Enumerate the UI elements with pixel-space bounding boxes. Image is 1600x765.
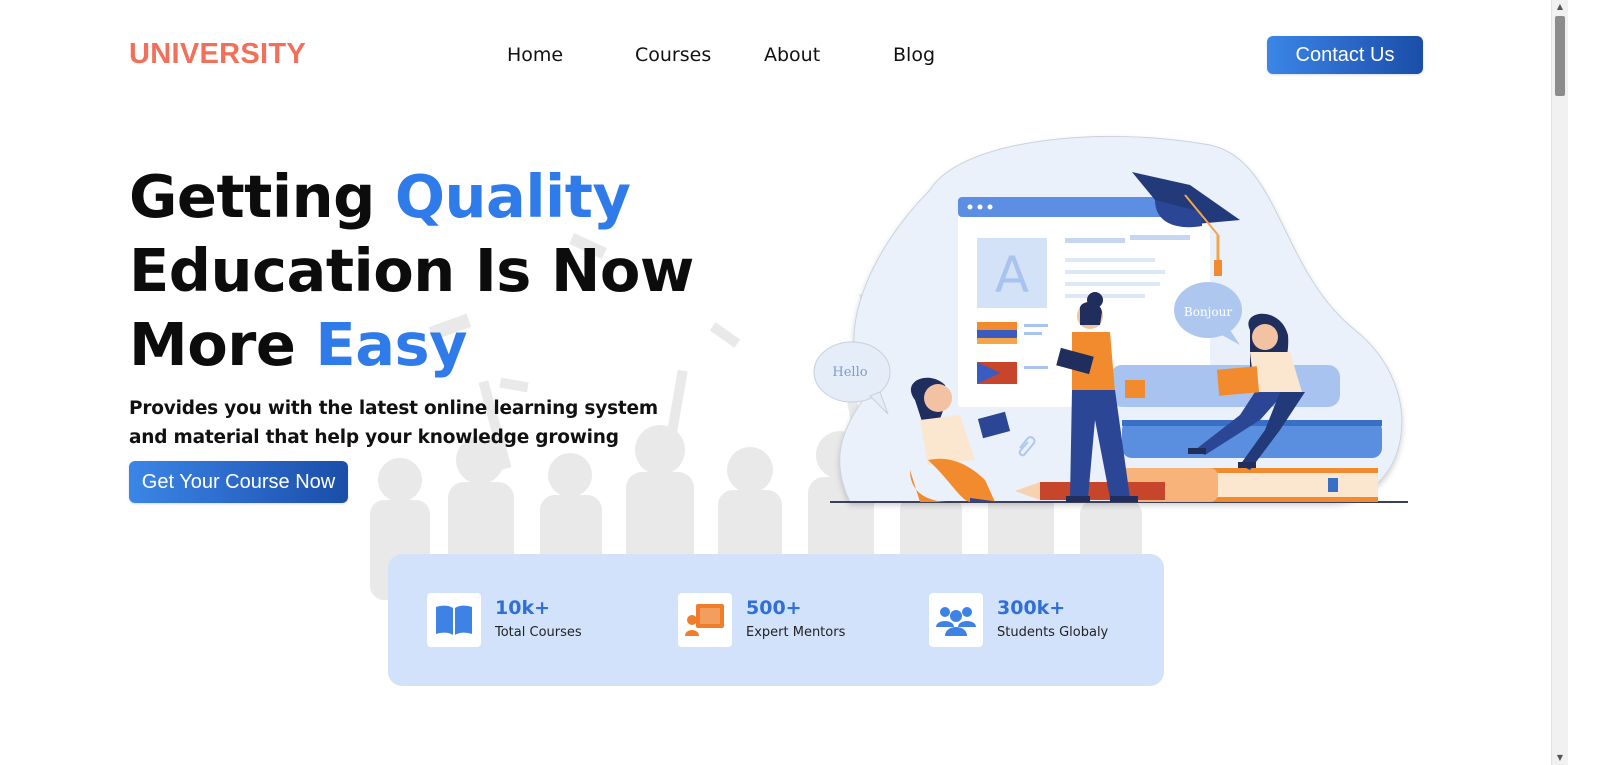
stat-label: Students Globaly <box>997 625 1109 640</box>
hero-subtitle: Provides you with the latest online lear… <box>129 398 658 448</box>
scroll-down-arrow-icon[interactable]: ▼ <box>1552 751 1568 765</box>
board-letter: A <box>995 246 1029 304</box>
hero-title: Getting Quality Education Is Now More Ea… <box>129 160 694 382</box>
stat-value: 300k+ <box>997 597 1066 619</box>
window-edge <box>1568 0 1600 765</box>
stat-label: Expert Mentors <box>746 625 846 640</box>
book-icon <box>427 593 481 647</box>
students-icon <box>929 593 983 647</box>
stats-panel: 10k+ Total Courses 500+ Expert Mentors 3… <box>388 554 1164 686</box>
hello-text: Hello <box>832 365 867 380</box>
hero-illustration: A Hello Bonjour <box>813 135 1408 503</box>
scroll-up-arrow-icon[interactable]: ▲ <box>1552 0 1568 14</box>
nav-blog[interactable]: Blog <box>893 44 935 66</box>
bonjour-text: Bonjour <box>1184 305 1232 319</box>
nav-about[interactable]: About <box>764 44 820 66</box>
stat-value: 10k+ <box>495 597 550 619</box>
nav-home[interactable]: Home <box>507 44 563 66</box>
hero-title-line2: Education Is Now <box>129 236 694 305</box>
site-logo[interactable]: UNIVERSITY <box>129 38 306 71</box>
mentor-icon <box>678 593 732 647</box>
hero-title-part1: Getting <box>129 162 395 231</box>
page-scrollbar[interactable]: ▲ ▼ <box>1551 0 1568 765</box>
nav-courses[interactable]: Courses <box>635 44 711 66</box>
hero-title-part3: More <box>129 310 316 379</box>
speech-bubble-hello: Hello <box>813 341 891 415</box>
stat-value: 500+ <box>746 597 802 619</box>
hero-title-accent-quality: Quality <box>394 162 631 231</box>
scroll-thumb[interactable] <box>1555 16 1565 96</box>
get-course-button[interactable]: Get Your Course Now <box>129 461 348 503</box>
stat-label: Total Courses <box>495 625 582 640</box>
contact-us-button[interactable]: Contact Us <box>1267 36 1423 74</box>
hero-title-accent-easy: Easy <box>315 310 468 379</box>
